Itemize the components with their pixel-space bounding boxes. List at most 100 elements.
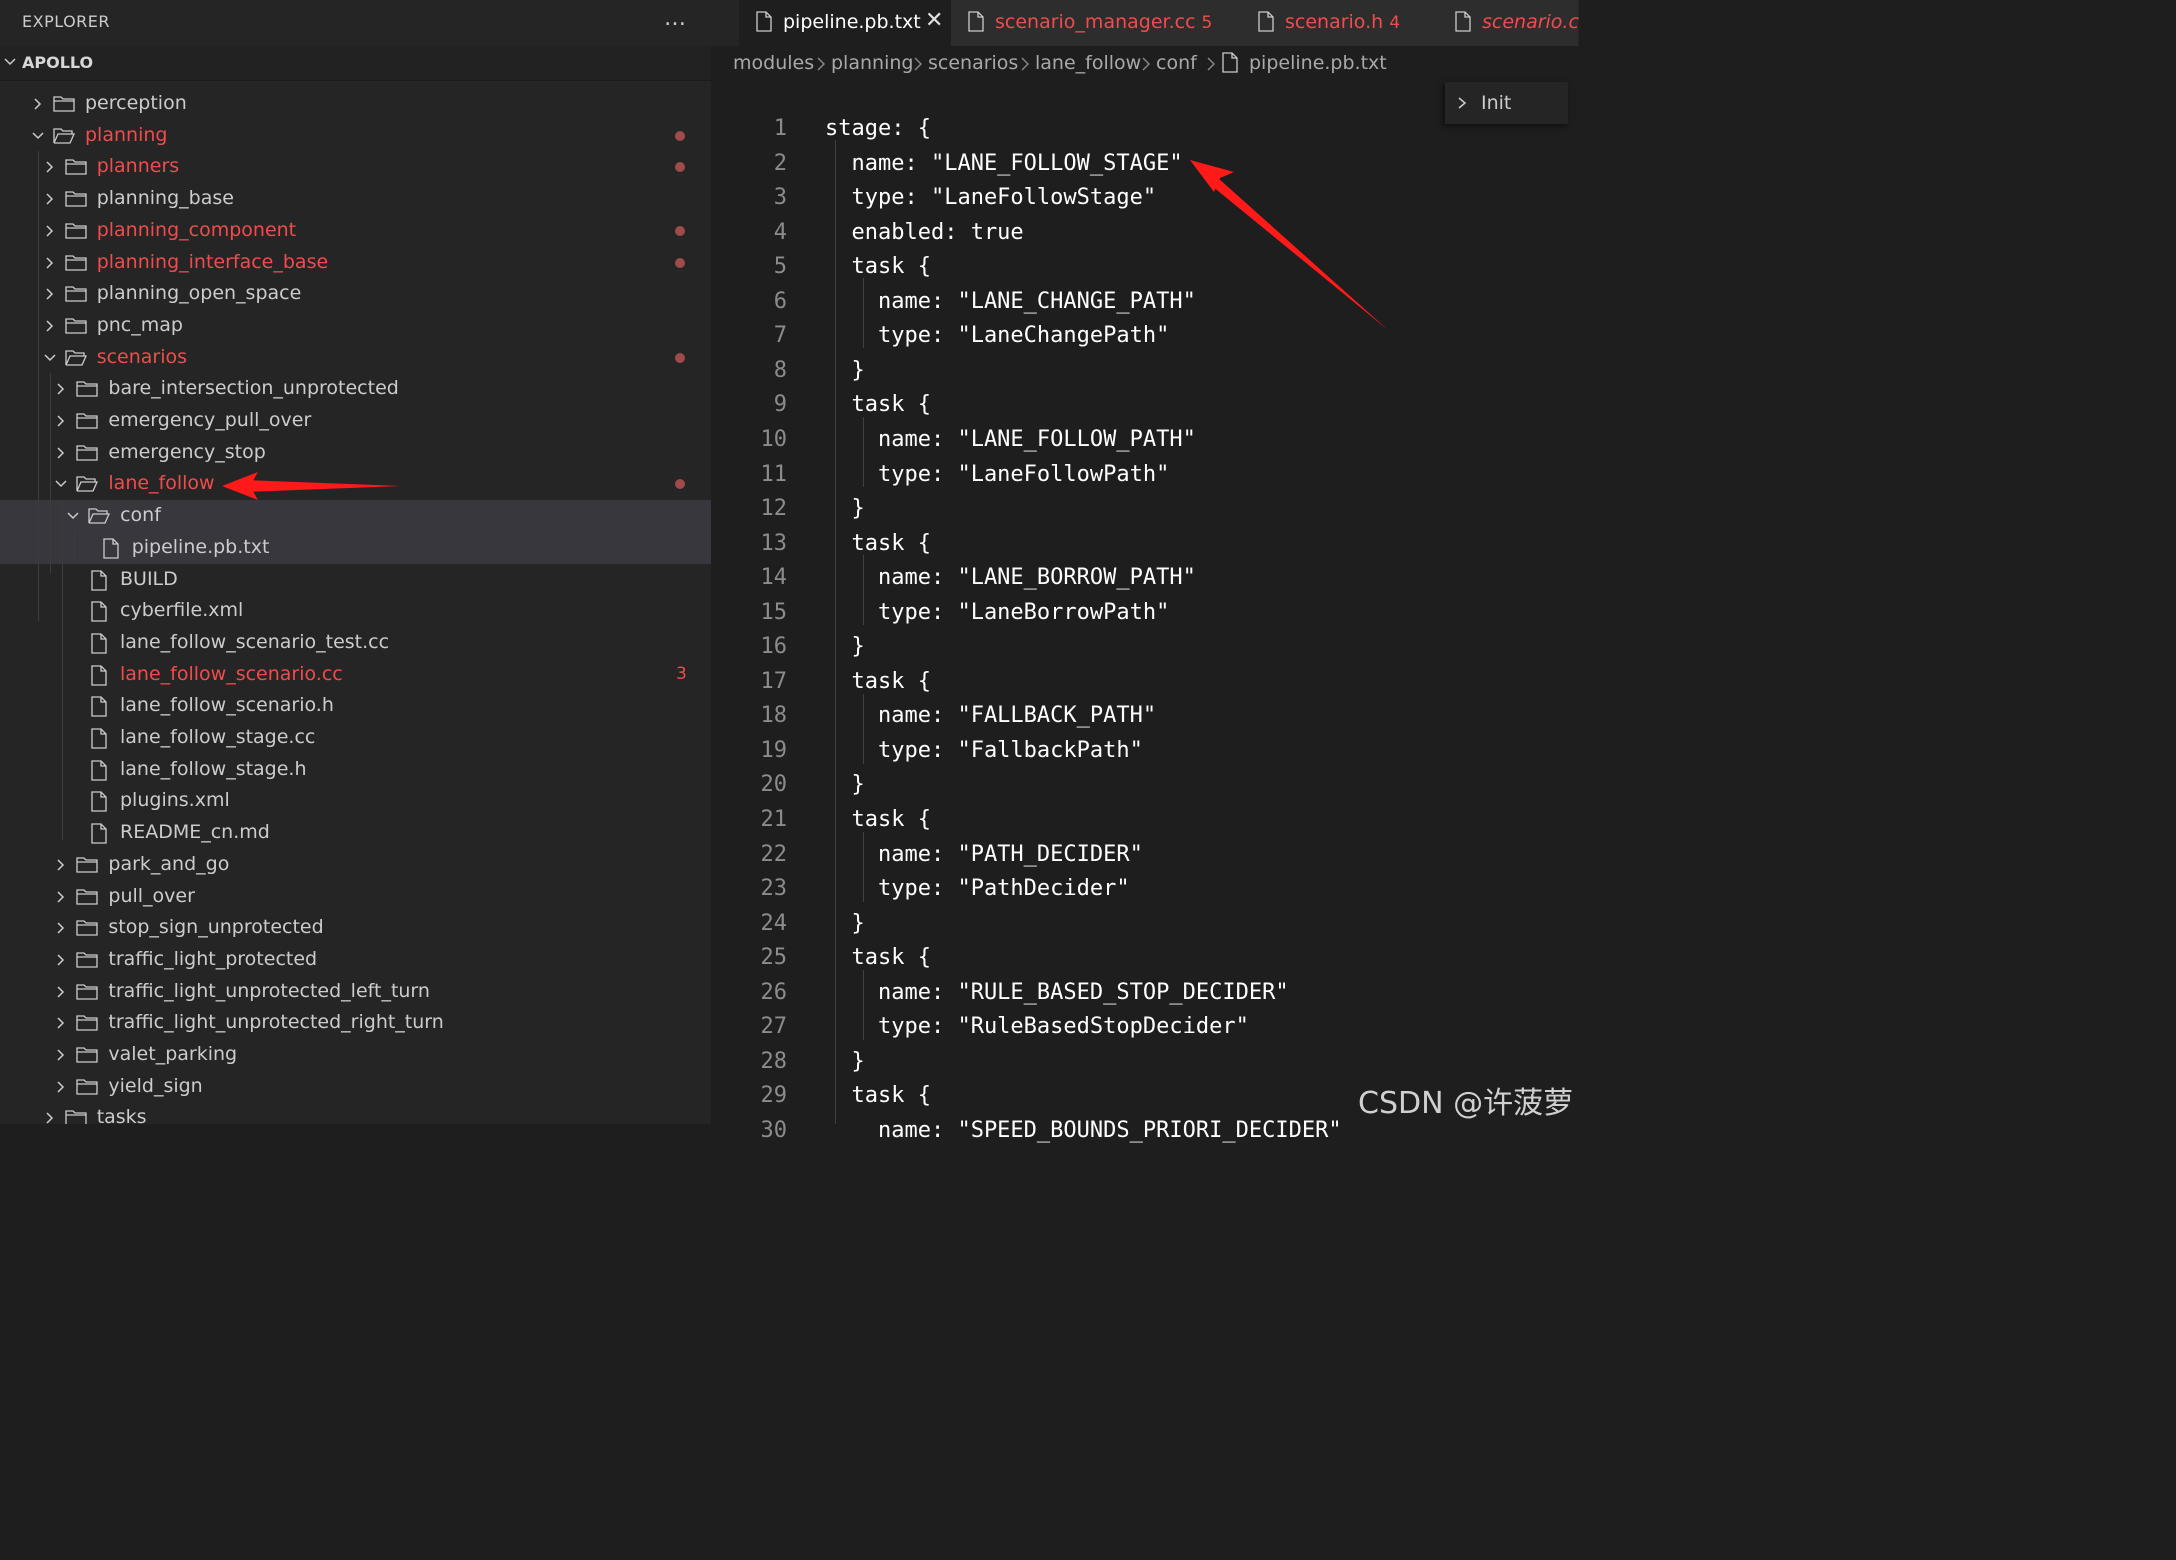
tree-item-label: bare_intersection_unprotected (108, 377, 399, 400)
folder-planning-component[interactable]: planning_component (0, 215, 711, 247)
folder-icon (76, 1079, 99, 1095)
tab-scenario-manager-cc[interactable]: scenario_manager.cc 5 (951, 0, 1242, 46)
chevron-right-icon (34, 98, 42, 110)
code-line: name: "LANE_FOLLOW_STAGE" (825, 150, 1183, 176)
file-cyberfile-xml[interactable]: cyberfile.xml (0, 595, 711, 627)
close-icon[interactable]: ✕ (925, 8, 943, 33)
watermark: CSDN @许菠萝 (1358, 1086, 1574, 1121)
file-lane-follow-scenario-test-cc[interactable]: lane_follow_scenario_test.cc (0, 627, 711, 659)
chevron-right-icon (57, 859, 65, 871)
workspace-section-header[interactable]: APOLLO (0, 46, 711, 81)
folder-icon (76, 1047, 99, 1063)
file-icon (91, 633, 107, 654)
breadcrumb-item-pipeline-pb-txt[interactable]: pipeline.pb.txt (1249, 52, 1387, 74)
folder-planning[interactable]: planning (0, 120, 711, 152)
tab-scenario-h[interactable]: scenario.h 4 (1241, 0, 1439, 46)
chevron-right-icon (1458, 97, 1467, 109)
file-plugins-xml[interactable]: plugins.xml (0, 785, 711, 817)
code-line: task { (825, 1083, 931, 1109)
tab-problem-count: 5 (1201, 13, 1213, 33)
file-icon (91, 601, 107, 622)
tree-item-label: README_cn.md (120, 821, 270, 844)
tab-label: pipeline.pb.txt (783, 11, 921, 33)
breadcrumb-item-planning[interactable]: planning (831, 52, 913, 74)
folder-bare-intersection-unprotected[interactable]: bare_intersection_unprotected (0, 373, 711, 405)
chevron-right-icon (46, 161, 53, 173)
line-number: 26 (760, 979, 788, 1005)
breadcrumb-item-lane-follow[interactable]: lane_follow (1035, 52, 1141, 74)
file-icon (968, 11, 984, 32)
more-actions-icon[interactable]: … (664, 6, 687, 31)
tree-item-label: lane_follow_stage.cc (120, 726, 316, 748)
breadcrumb-item-conf[interactable]: conf (1156, 52, 1197, 74)
file-icon (103, 538, 119, 559)
code-line: type: "PathDecider" (825, 876, 1130, 902)
file-icon (91, 823, 107, 844)
chevron-right-icon (1021, 57, 1029, 71)
chevron-right-icon (57, 1017, 65, 1029)
file-icon (91, 696, 107, 717)
breadcrumb-item-modules[interactable]: modules (733, 52, 814, 74)
folder-open-icon (76, 476, 99, 493)
chevron-right-icon (57, 415, 65, 427)
folder-scenarios[interactable]: scenarios (0, 342, 711, 374)
file-build[interactable]: BUILD (0, 564, 711, 596)
folder-planning-open-space[interactable]: planning_open_space (0, 278, 711, 310)
line-number: 21 (760, 807, 788, 832)
line-number: 24 (760, 910, 788, 936)
chevron-right-icon (46, 256, 53, 269)
tree-item-label: lane_follow (108, 472, 215, 495)
file-lane-follow-stage-cc[interactable]: lane_follow_stage.cc (0, 722, 711, 754)
folder-pull-over[interactable]: pull_over (0, 881, 711, 913)
tree-item-label: tasks (96, 1106, 147, 1124)
folder-emergency-pull-over[interactable]: emergency_pull_over (0, 405, 711, 437)
code-line: } (825, 772, 865, 798)
tree-indent-guide (74, 530, 75, 560)
folder-traffic-light-protected[interactable]: traffic_light_protected (0, 944, 711, 976)
folder-planning-base[interactable]: planning_base (0, 183, 711, 215)
folder-conf[interactable]: conf (0, 500, 711, 533)
code-line: } (825, 634, 865, 660)
code-line: stage: { (825, 116, 931, 141)
folder-planners[interactable]: planners (0, 151, 711, 183)
tree-item-label: pipeline.pb.txt (131, 535, 270, 558)
tab-scenario-c[interactable]: scenario.c (1438, 0, 1579, 46)
line-number: 20 (760, 772, 788, 798)
folder-lane-follow[interactable]: lane_follow (0, 468, 711, 500)
folder-perception[interactable]: perception (0, 88, 711, 120)
file-lane-follow-scenario-cc[interactable]: lane_follow_scenario.cc 3 (0, 659, 711, 691)
folder-traffic-light-unprotected-left-turn[interactable]: traffic_light_unprotected_left_turn (0, 976, 711, 1008)
folder-stop-sign-unprotected[interactable]: stop_sign_unprotected (0, 912, 711, 944)
file-lane-follow-scenario-h[interactable]: lane_follow_scenario.h (0, 690, 711, 722)
file-readme-cn-md[interactable]: README_cn.md (0, 817, 711, 849)
tree-item-label: emergency_pull_over (108, 409, 312, 431)
line-number: 7 (773, 323, 787, 349)
folder-valet-parking[interactable]: valet_parking (0, 1039, 711, 1071)
tab-problem-count: 4 (1389, 13, 1401, 33)
tab-pipeline-pb-txt[interactable]: pipeline.pb.txt ✕ (739, 0, 952, 46)
tree-indent-guide (50, 373, 51, 573)
code-editor[interactable]: 1 stage: {2 name: "LANE_FOLLOW_STAGE" 3 ty… (711, 80, 1568, 1143)
file-pipeline-pb-txt[interactable]: pipeline.pb.txt (0, 531, 711, 564)
tab-label: scenario.c (1482, 11, 1579, 33)
sticky-scroll-outline[interactable]: Init (1445, 82, 1568, 124)
file-lane-follow-stage-h[interactable]: lane_follow_stage.h (0, 754, 711, 786)
folder-tasks[interactable]: tasks (0, 1102, 711, 1124)
folder-icon (76, 857, 99, 873)
chevron-right-icon (46, 193, 53, 205)
tree-item-label: traffic_light_protected (108, 947, 318, 970)
code-line: } (825, 496, 865, 522)
breadcrumb-item-scenarios[interactable]: scenarios (928, 52, 1018, 74)
folder-traffic-light-unprotected-right-turn[interactable]: traffic_light_unprotected_right_turn (0, 1007, 711, 1039)
folder-park-and-go[interactable]: park_and_go (0, 849, 711, 881)
folder-planning-interface-base[interactable]: planning_interface_base (0, 247, 711, 279)
chevron-right-icon (57, 890, 65, 903)
code-line: task { (825, 668, 931, 694)
folder-yield-sign[interactable]: yield_sign (0, 1071, 711, 1103)
code-line: task { (825, 392, 931, 418)
folder-emergency-stop[interactable]: emergency_stop (0, 437, 711, 469)
folder-pnc-map[interactable]: pnc_map (0, 310, 711, 342)
line-number: 15 (760, 599, 788, 625)
tree-item-label: planners (96, 155, 180, 178)
tree-item-label: emergency_stop (108, 440, 266, 463)
